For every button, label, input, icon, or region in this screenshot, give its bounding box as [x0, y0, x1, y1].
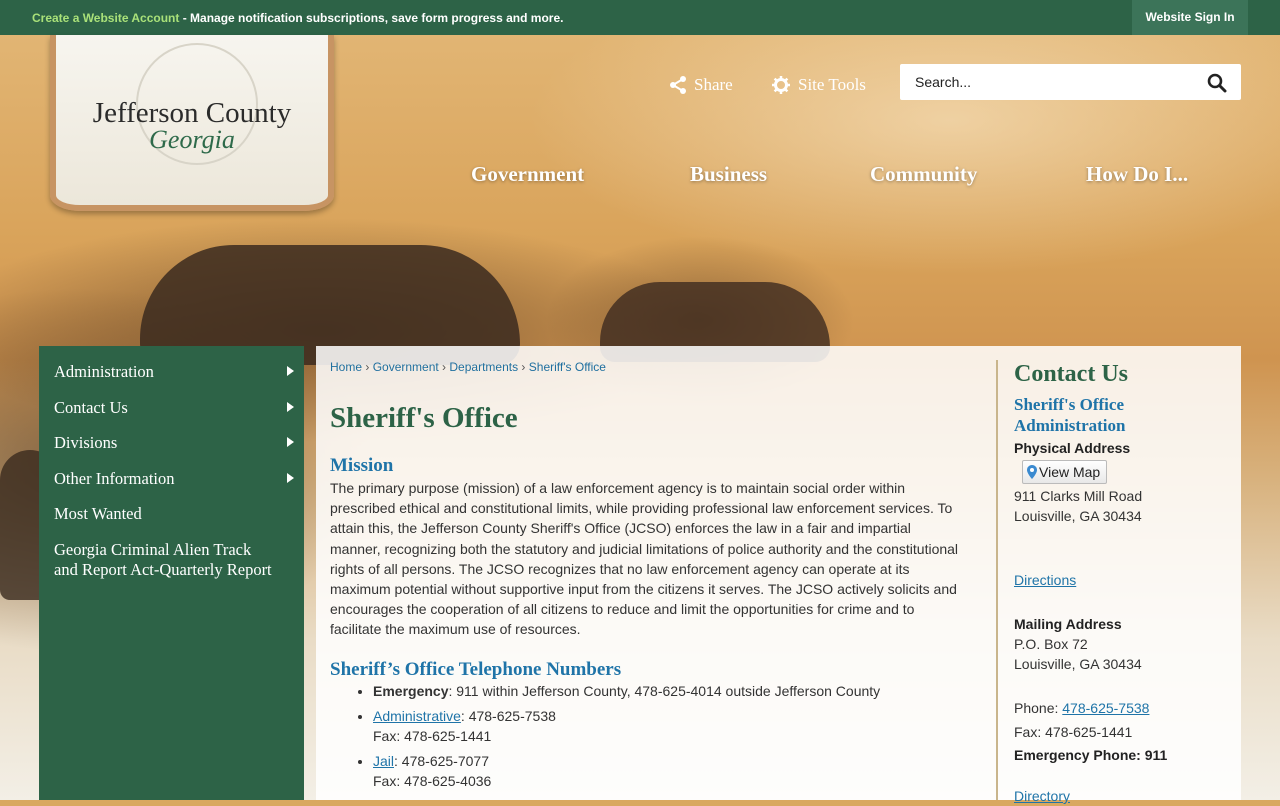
- content-panel: Home › Government › Departments › Sherif…: [316, 346, 1241, 804]
- nav-business[interactable]: Business: [690, 162, 767, 187]
- site-tools-button[interactable]: Site Tools: [772, 75, 866, 95]
- mission-text: The primary purpose (mission) of a law e…: [330, 480, 959, 638]
- sidebar-item-label: Administration: [54, 362, 154, 381]
- nav-government[interactable]: Government: [471, 162, 584, 187]
- search-icon[interactable]: [1207, 73, 1227, 93]
- expand-arrow-icon[interactable]: [287, 401, 294, 412]
- list-item: Emergency: 911 within Jefferson County, …: [373, 681, 880, 701]
- expand-arrow-icon[interactable]: [287, 437, 294, 447]
- share-button[interactable]: Share: [670, 75, 733, 95]
- phone-list: Emergency: 911 within Jefferson County, …: [330, 681, 880, 796]
- emergency-label: Emergency: [373, 683, 449, 699]
- physical-address-label: Physical Address: [1014, 440, 1131, 456]
- sidebar-item-label: Georgia Criminal Alien Track and Report …: [54, 539, 272, 580]
- site-logo[interactable]: Jefferson County Georgia: [50, 35, 334, 211]
- phone-link[interactable]: 478-625-7538: [1062, 700, 1149, 716]
- list-item: Administrative: 478-625-7538 Fax: 478-625…: [373, 706, 880, 746]
- contact-department-link[interactable]: Sheriff's Office Administration: [1014, 394, 1234, 436]
- page-title: Sheriff's Office: [330, 402, 518, 434]
- admin-fax: Fax: 478-625-1441: [373, 728, 492, 744]
- share-label: Share: [694, 75, 733, 94]
- sidebar-item-criminal-alien-report[interactable]: Georgia Criminal Alien Track and Report …: [39, 532, 304, 589]
- nav-how-do-i[interactable]: How Do I...: [1086, 162, 1188, 187]
- phone-label: Phone:: [1014, 700, 1063, 716]
- sidebar-item-label: Divisions: [54, 433, 118, 452]
- emergency-text: : 911 within Jefferson County, 478-625-4…: [448, 683, 881, 699]
- sidebar-item-contact-us[interactable]: Contact Us: [39, 390, 304, 427]
- fax-number: Fax: 478-625-1441: [1014, 724, 1133, 740]
- jail-fax: Fax: 478-625-4036: [373, 773, 492, 789]
- breadcrumb-sheriffs-office[interactable]: Sheriff's Office: [529, 360, 606, 374]
- jail-phone: : 478-625-7077: [394, 753, 489, 769]
- search-input[interactable]: [900, 64, 1205, 100]
- po-box: P.O. Box 72: [1014, 636, 1088, 652]
- contact-us-widget: Contact Us Sheriff's Office Administrati…: [996, 360, 1238, 804]
- sidebar-item-label: Contact Us: [54, 397, 128, 417]
- logo-state-name: Georgia: [149, 125, 235, 154]
- nav-community[interactable]: Community: [870, 162, 977, 187]
- sidebar-item-divisions[interactable]: Divisions: [39, 425, 304, 462]
- map-pin-icon: [1027, 465, 1037, 479]
- mailing-address-label: Mailing Address: [1014, 616, 1122, 632]
- mission-heading: Mission: [330, 455, 394, 476]
- sidebar-item-administration[interactable]: Administration: [39, 354, 304, 391]
- sidebar-item-label: Other Information: [54, 468, 175, 488]
- jail-link[interactable]: Jail: [373, 753, 394, 769]
- directory-link[interactable]: Directory: [1014, 788, 1070, 804]
- breadcrumb-departments[interactable]: Departments: [449, 360, 518, 374]
- sidebar-item-label: Most Wanted: [54, 504, 142, 523]
- list-item: Jail: 478-625-7077 Fax: 478-625-4036: [373, 751, 880, 791]
- sidebar-item-other-information[interactable]: Other Information: [39, 461, 304, 498]
- administrative-link[interactable]: Administrative: [373, 708, 461, 724]
- site-tools-label: Site Tools: [798, 75, 866, 94]
- contact-heading: Contact Us: [1014, 361, 1128, 387]
- street-address: 911 Clarks Mill Road: [1014, 488, 1143, 504]
- mailing-city-state-zip: Louisville, GA 30434: [1014, 656, 1142, 672]
- account-message: Create a Website Account - Manage notifi…: [32, 11, 563, 25]
- expand-arrow-icon[interactable]: [287, 366, 294, 376]
- sidebar-nav: Administration Contact Us Divisions Othe…: [39, 346, 304, 800]
- account-bar: Create a Website Account - Manage notifi…: [0, 0, 1280, 35]
- sidebar-item-most-wanted[interactable]: Most Wanted: [39, 496, 304, 533]
- directions-link[interactable]: Directions: [1014, 572, 1076, 588]
- phones-heading: Sheriff’s Office Telephone Numbers: [330, 659, 622, 680]
- search-box: [900, 64, 1241, 100]
- breadcrumb-home[interactable]: Home: [330, 360, 362, 374]
- breadcrumb-government[interactable]: Government: [373, 360, 439, 374]
- emergency-phone: Emergency Phone: 911: [1014, 747, 1168, 763]
- breadcrumb: Home › Government › Departments › Sherif…: [330, 360, 606, 374]
- view-map-label: View Map: [1039, 464, 1101, 480]
- expand-arrow-icon[interactable]: [287, 472, 294, 483]
- account-message-text: - Manage notification subscriptions, sav…: [179, 11, 564, 25]
- gear-icon: [772, 76, 790, 94]
- view-map-button[interactable]: View Map: [1022, 460, 1108, 484]
- sign-in-button[interactable]: Website Sign In: [1132, 0, 1248, 35]
- admin-phone: : 478-625-7538: [460, 708, 556, 724]
- city-state-zip: Louisville, GA 30434: [1014, 508, 1142, 524]
- share-icon: [670, 76, 686, 94]
- create-account-link[interactable]: Create a Website Account: [32, 11, 179, 25]
